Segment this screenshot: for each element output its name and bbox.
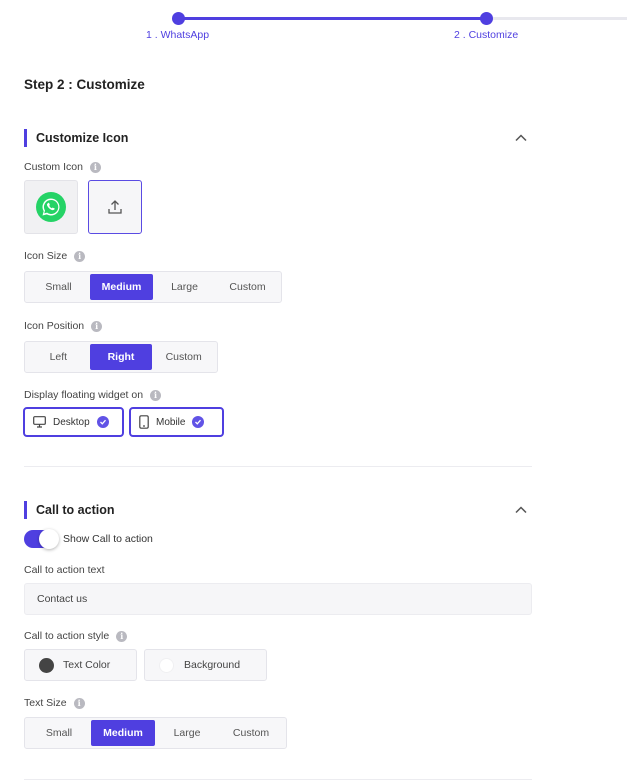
- step-label-customize[interactable]: 2 . Customize: [454, 29, 518, 41]
- icon-position-label: Icon Position i: [24, 320, 103, 332]
- step-dot-whatsapp[interactable]: [172, 12, 185, 25]
- icon-size-medium[interactable]: Medium: [90, 274, 153, 300]
- info-icon[interactable]: i: [150, 389, 162, 401]
- step-label-whatsapp[interactable]: 1 . WhatsApp: [146, 29, 209, 41]
- icon-position-custom[interactable]: Custom: [152, 344, 215, 370]
- text-size-small[interactable]: Small: [27, 720, 91, 746]
- cta-background-button[interactable]: Background: [144, 649, 267, 681]
- custom-icon-label: Custom Icon i: [24, 161, 101, 173]
- display-on-label: Display floating widget on i: [24, 389, 162, 401]
- icon-size-selector: Small Medium Large Custom: [24, 271, 282, 303]
- section-title: Call to action: [36, 503, 115, 517]
- text-size-label: Text Size i: [24, 697, 85, 709]
- icon-size-label: Icon Size i: [24, 250, 86, 262]
- field-label-text: Custom Icon: [24, 161, 83, 173]
- cta-text-value: Contact us: [37, 593, 88, 605]
- text-size-selector: Small Medium Large Custom: [24, 717, 287, 749]
- cta-text-input[interactable]: Contact us: [24, 583, 532, 615]
- chip-label: Desktop: [53, 416, 90, 428]
- upload-icon-button[interactable]: [88, 180, 142, 234]
- background-label: Background: [184, 659, 241, 671]
- text-color-label: Text Color: [63, 659, 111, 671]
- icon-size-custom[interactable]: Custom: [216, 274, 279, 300]
- info-icon[interactable]: i: [91, 320, 103, 332]
- icon-position-left[interactable]: Left: [27, 344, 90, 370]
- info-icon[interactable]: i: [89, 161, 101, 173]
- section-header-customize-icon[interactable]: Customize Icon: [24, 129, 528, 147]
- section-divider: [24, 466, 532, 467]
- section-divider: [24, 779, 532, 780]
- section-header-call-to-action[interactable]: Call to action: [24, 501, 528, 519]
- desktop-icon: [33, 416, 46, 428]
- field-label-text: Icon Position: [24, 320, 85, 332]
- mobile-icon: [139, 415, 149, 429]
- info-icon[interactable]: i: [74, 250, 86, 262]
- text-size-medium[interactable]: Medium: [91, 720, 155, 746]
- field-label-text: Call to action text: [24, 564, 105, 576]
- icon-size-small[interactable]: Small: [27, 274, 90, 300]
- icon-position-selector: Left Right Custom: [24, 341, 218, 373]
- field-label-text: Icon Size: [24, 250, 68, 262]
- info-icon[interactable]: i: [73, 697, 85, 709]
- page-title: Step 2 : Customize: [24, 77, 145, 92]
- section-accent-bar: [24, 501, 27, 519]
- section-title: Customize Icon: [36, 131, 129, 145]
- toggle-knob: [39, 529, 59, 549]
- field-label-text: Call to action style: [24, 630, 110, 642]
- text-color-swatch: [39, 657, 54, 673]
- display-mobile-chip[interactable]: Mobile: [129, 407, 224, 437]
- text-size-large[interactable]: Large: [155, 720, 219, 746]
- show-cta-label: Show Call to action: [63, 533, 153, 545]
- cta-text-label: Call to action text: [24, 564, 105, 576]
- icon-size-large[interactable]: Large: [153, 274, 216, 300]
- info-icon[interactable]: i: [116, 630, 128, 642]
- stepper: 1 . WhatsApp 2 . Customize: [0, 0, 627, 48]
- check-circle-icon: [96, 416, 109, 428]
- chip-label: Mobile: [156, 416, 186, 428]
- chevron-up-icon[interactable]: [514, 503, 528, 517]
- whatsapp-icon-option[interactable]: [24, 180, 78, 234]
- section-accent-bar: [24, 129, 27, 147]
- cta-style-label: Call to action style i: [24, 630, 128, 642]
- cta-text-color-button[interactable]: Text Color: [24, 649, 137, 681]
- display-desktop-chip[interactable]: Desktop: [23, 407, 124, 437]
- show-cta-toggle[interactable]: [24, 529, 59, 549]
- whatsapp-icon: [36, 192, 66, 222]
- icon-position-right[interactable]: Right: [89, 344, 153, 370]
- background-swatch: [159, 657, 174, 673]
- stepper-progress: [178, 17, 486, 20]
- check-circle-icon: [192, 416, 205, 428]
- step-dot-customize[interactable]: [480, 12, 493, 25]
- field-label-text: Display floating widget on: [24, 389, 144, 401]
- field-label-text: Text Size: [24, 697, 67, 709]
- text-size-custom[interactable]: Custom: [219, 720, 283, 746]
- upload-icon: [108, 200, 122, 214]
- chevron-up-icon[interactable]: [514, 131, 528, 145]
